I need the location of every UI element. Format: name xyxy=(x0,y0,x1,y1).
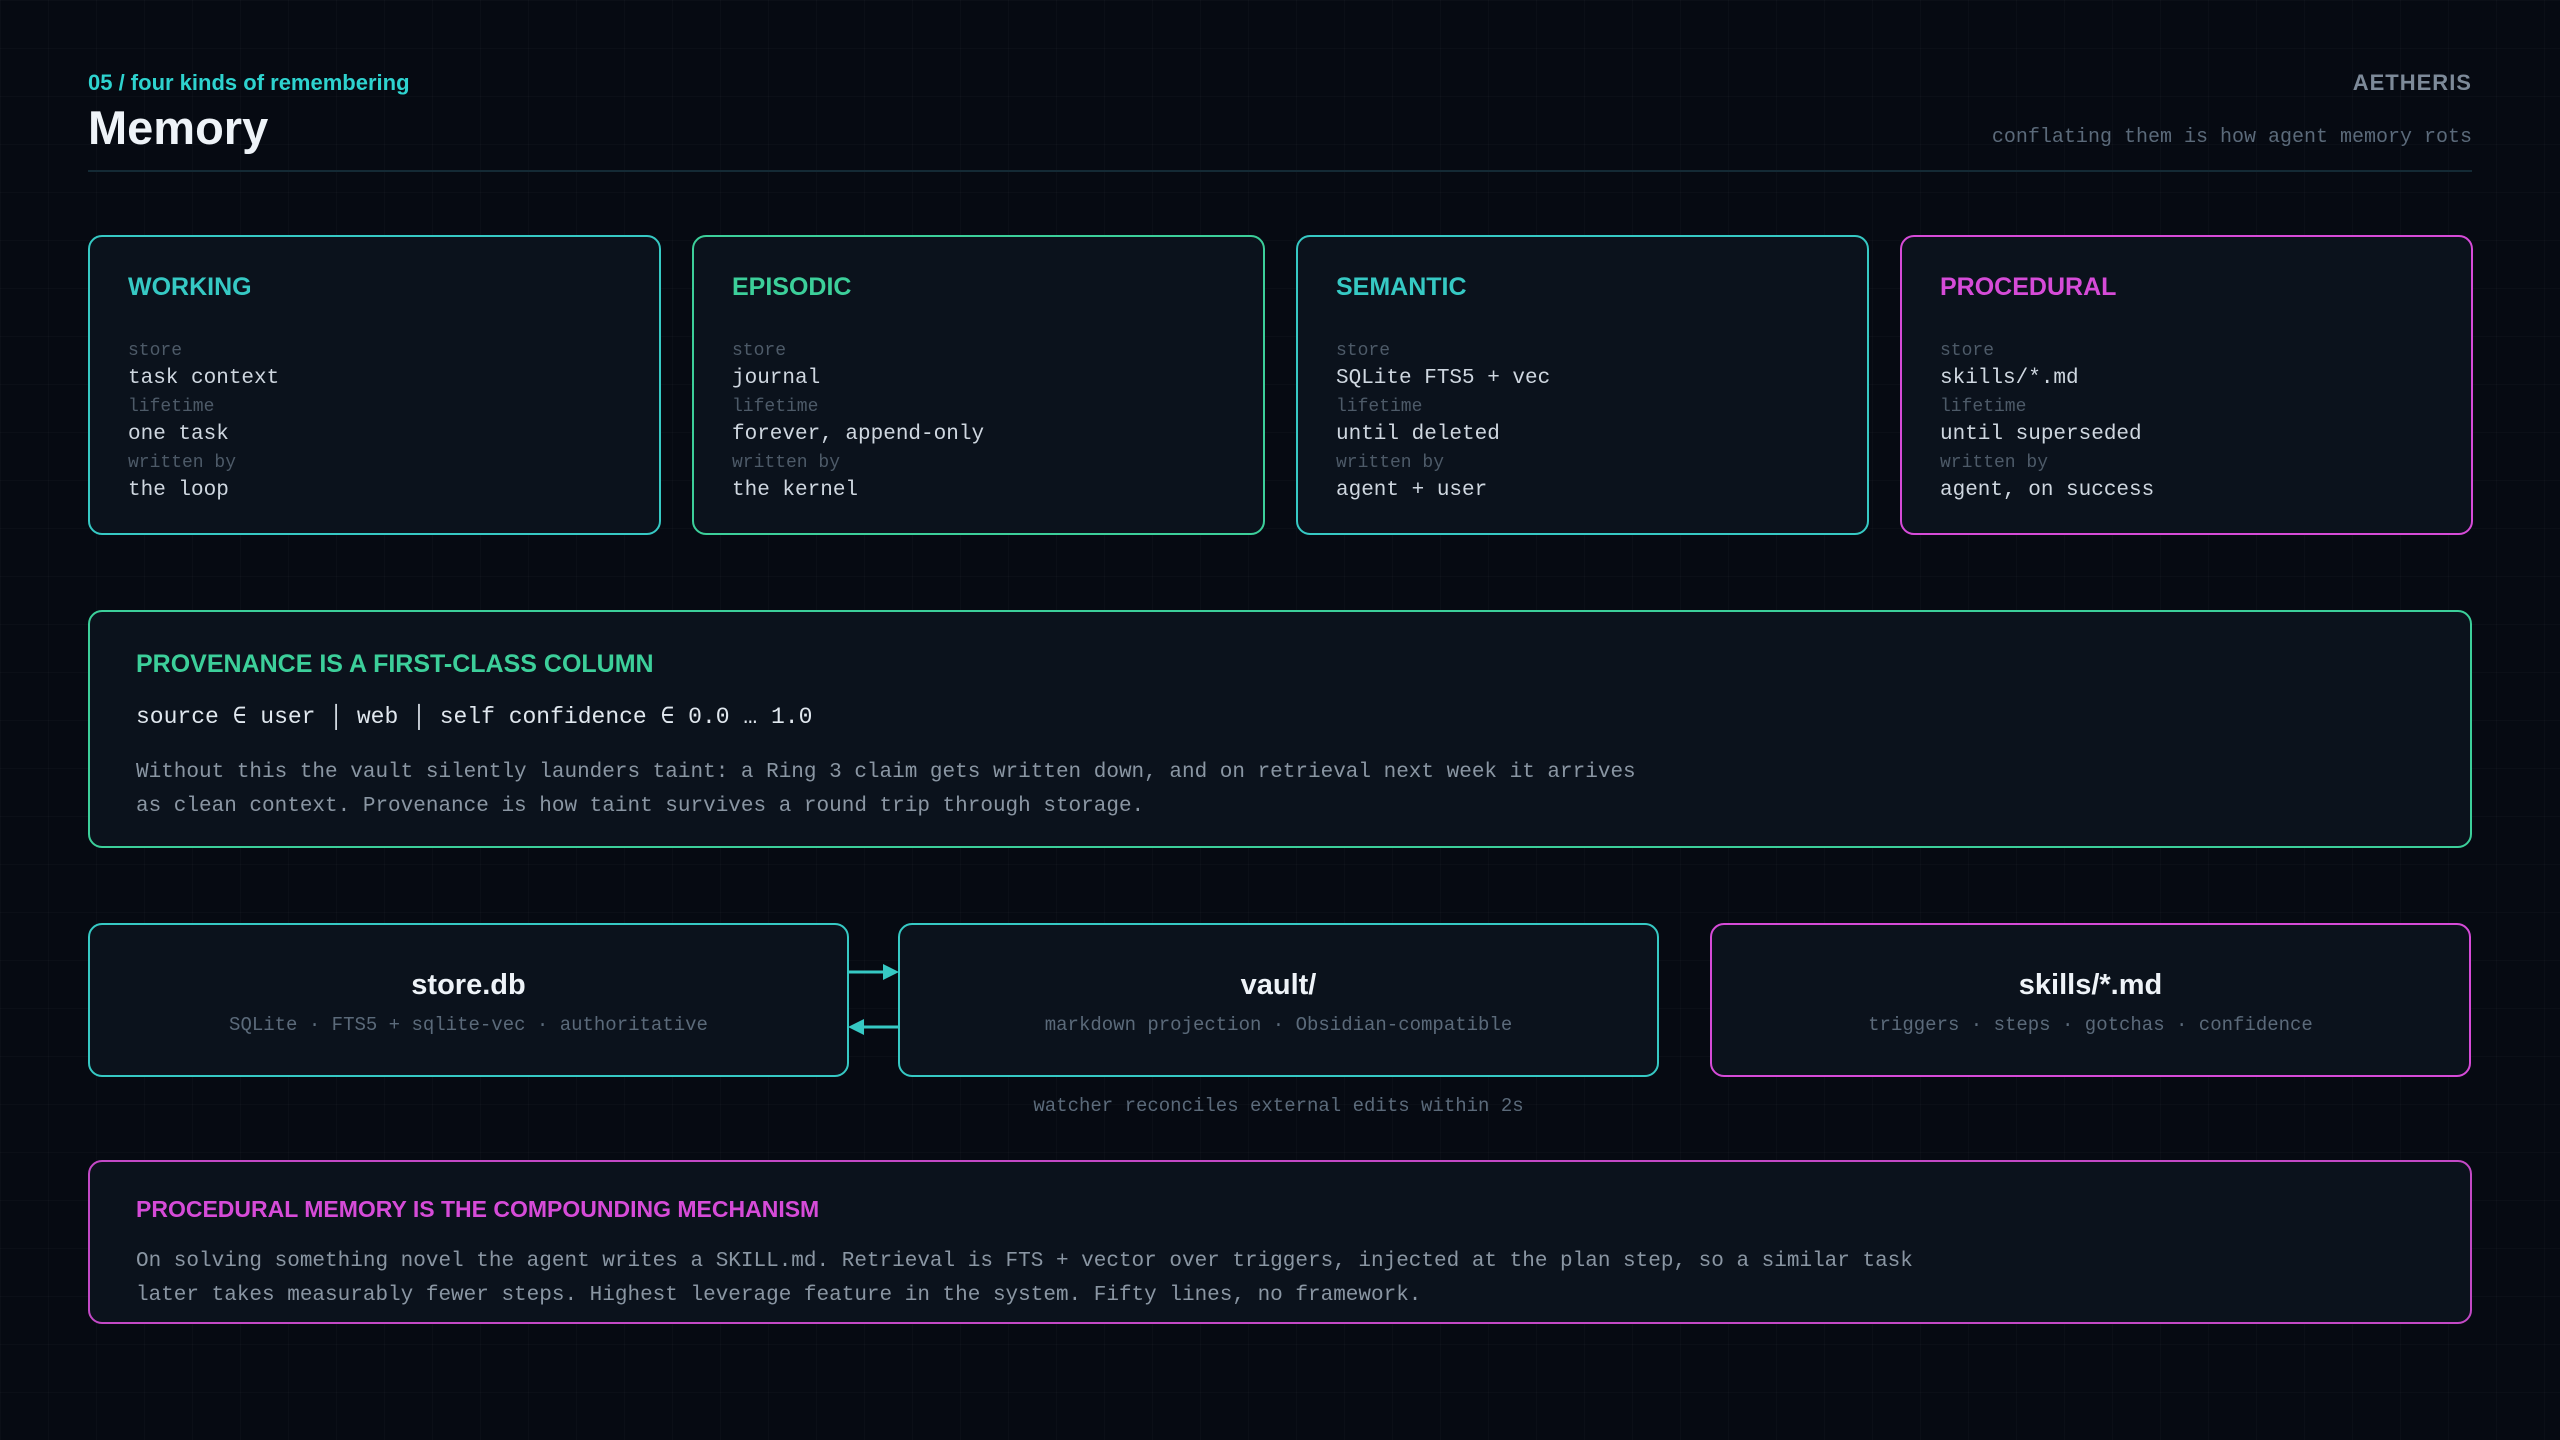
field-label-written-by: written by xyxy=(1336,453,1445,473)
field-label-store: store xyxy=(732,341,787,361)
sync-arrows-icon xyxy=(847,964,900,1035)
provenance-panel: PROVENANCE IS A FIRST-CLASS COLUMN sourc… xyxy=(88,610,2472,848)
field-value-lifetime: forever, append-only xyxy=(732,423,985,446)
procedural-memory-body: On solving something novel the agent wri… xyxy=(136,1250,1913,1307)
header-divider xyxy=(88,170,2472,172)
memory-card-working: WORKING store task context lifetime one … xyxy=(88,235,661,535)
field-value-lifetime: until deleted xyxy=(1336,423,1500,446)
provenance-body: Without this the vault silently launders… xyxy=(136,761,1636,818)
store-subtitle: markdown projection · Obsidian-compatibl… xyxy=(1044,1014,1513,1036)
field-label-lifetime: lifetime xyxy=(1940,397,2027,417)
field-value-lifetime: one task xyxy=(128,423,229,446)
card-title: SEMANTIC xyxy=(1336,273,1467,301)
field-value-written-by: agent, on success xyxy=(1940,479,2155,502)
provenance-formula: source ∈ user │ web │ self confidence ∈ … xyxy=(136,704,813,730)
field-label-store: store xyxy=(1336,341,1391,361)
procedural-memory-panel: PROCEDURAL MEMORY IS THE COMPOUNDING MEC… xyxy=(88,1160,2472,1324)
page-tagline: conflating them is how agent memory rots xyxy=(1991,126,2472,149)
section-kicker: 05 / four kinds of remembering xyxy=(88,70,410,95)
field-label-lifetime: lifetime xyxy=(128,397,215,417)
vault-box: vault/ markdown projection · Obsidian-co… xyxy=(898,923,1659,1077)
field-label-written-by: written by xyxy=(128,453,237,473)
field-label-lifetime: lifetime xyxy=(1336,397,1423,417)
store-title: skills/*.md xyxy=(2018,969,2163,1001)
page-title: Memory xyxy=(88,101,269,154)
field-value-store: task context xyxy=(128,367,280,390)
card-title: PROCEDURAL xyxy=(1940,273,2117,301)
field-value-store: skills/*.md xyxy=(1940,367,2079,390)
card-title: EPISODIC xyxy=(732,273,852,301)
field-value-written-by: agent + user xyxy=(1336,479,1488,502)
field-value-lifetime: until superseded xyxy=(1940,423,2142,446)
field-label-lifetime: lifetime xyxy=(732,397,819,417)
procedural-memory-title: PROCEDURAL MEMORY IS THE COMPOUNDING MEC… xyxy=(136,1196,820,1222)
skills-box: skills/*.md triggers · steps · gotchas ·… xyxy=(1710,923,2471,1077)
provenance-title: PROVENANCE IS A FIRST-CLASS COLUMN xyxy=(136,650,654,678)
field-value-store: SQLite FTS5 + vec xyxy=(1336,367,1551,390)
store-subtitle: SQLite · FTS5 + sqlite-vec · authoritati… xyxy=(229,1014,708,1036)
store-db-box: store.db SQLite · FTS5 + sqlite-vec · au… xyxy=(88,923,849,1077)
card-title: WORKING xyxy=(128,273,252,301)
store-subtitle: triggers · steps · gotchas · confidence xyxy=(1868,1014,2313,1036)
brand-logo-text: AETHERIS xyxy=(2352,70,2472,95)
field-label-written-by: written by xyxy=(1940,453,2049,473)
memory-card-semantic: SEMANTIC store SQLite FTS5 + vec lifetim… xyxy=(1296,235,1869,535)
field-value-written-by: the loop xyxy=(128,479,229,502)
field-value-store: journal xyxy=(732,367,821,390)
memory-card-episodic: EPISODIC store journal lifetime forever,… xyxy=(692,235,1265,535)
field-label-store: store xyxy=(128,341,183,361)
store-title: vault/ xyxy=(1240,969,1317,1001)
watcher-note: watcher reconciles external edits within… xyxy=(1033,1095,1524,1117)
field-label-written-by: written by xyxy=(732,453,841,473)
store-title: store.db xyxy=(411,969,526,1001)
field-label-store: store xyxy=(1940,341,1995,361)
memory-card-procedural: PROCEDURAL store skills/*.md lifetime un… xyxy=(1900,235,2473,535)
field-value-written-by: the kernel xyxy=(732,479,859,502)
